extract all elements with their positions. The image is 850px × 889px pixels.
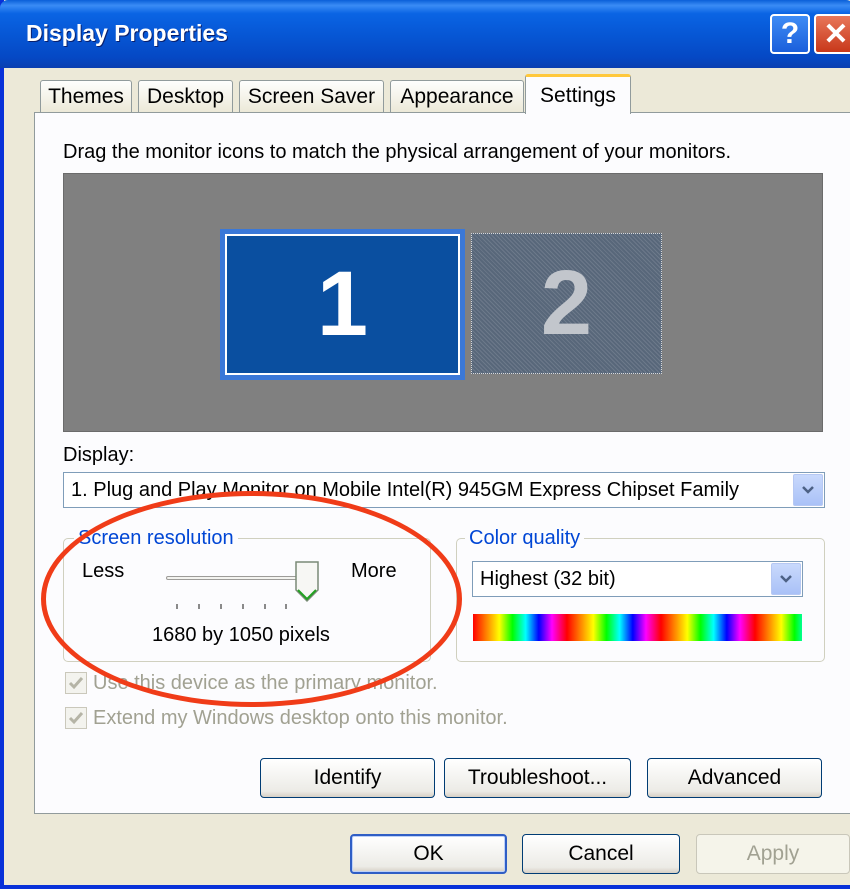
color-spectrum-bar [473, 614, 802, 641]
color-quality-value: Highest (32 bit) [480, 567, 616, 590]
resolution-slider-thumb[interactable] [293, 560, 321, 604]
tab-themes[interactable]: Themes [40, 80, 132, 112]
checkmark-icon [68, 712, 84, 725]
dropdown-button[interactable] [793, 474, 823, 506]
apply-button-label: Apply [746, 842, 800, 865]
close-icon: ✕ [823, 17, 849, 51]
identify-button[interactable]: Identify [260, 758, 435, 798]
display-label: Display: [63, 444, 135, 466]
extend-desktop-checkbox[interactable] [65, 707, 87, 729]
tab-desktop[interactable]: Desktop [138, 80, 233, 112]
color-quality-label: Color quality [465, 527, 585, 550]
resolution-less-label: Less [82, 560, 125, 582]
tab-label: Screen Saver [247, 84, 376, 108]
troubleshoot-button[interactable]: Troubleshoot... [444, 758, 631, 798]
identify-button-label: Identify [313, 766, 382, 789]
checkmark-icon [68, 677, 84, 690]
title-bar[interactable]: Display Properties ? ✕ [0, 0, 850, 68]
monitor-2-number: 2 [540, 252, 593, 354]
advanced-button-label: Advanced [687, 766, 782, 789]
tab-appearance[interactable]: Appearance [390, 80, 524, 112]
troubleshoot-button-label: Troubleshoot... [467, 766, 608, 789]
tab-label: Desktop [146, 84, 225, 108]
monitor-2[interactable]: 2 [471, 233, 662, 374]
tab-label: Settings [540, 83, 616, 107]
primary-monitor-checkbox[interactable] [65, 672, 87, 694]
color-quality-select[interactable]: Highest (32 bit) [472, 561, 803, 597]
help-icon: ? [780, 17, 800, 50]
ok-button[interactable]: OK [350, 834, 507, 874]
help-button[interactable]: ? [770, 14, 810, 54]
display-properties-window: Display Properties ? ✕ Themes Desktop Sc… [0, 0, 850, 889]
screen-resolution-label: Screen resolution [74, 527, 238, 550]
apply-button[interactable]: Apply [696, 834, 850, 874]
extend-desktop-label: Extend my Windows desktop onto this moni… [93, 707, 508, 729]
cancel-button[interactable]: Cancel [522, 834, 680, 874]
cancel-button-label: Cancel [568, 842, 634, 865]
resolution-value: 1680 by 1050 pixels [152, 624, 330, 646]
primary-monitor-label: Use this device as the primary monitor. [93, 672, 438, 694]
tab-label: Themes [48, 84, 124, 108]
chevron-down-icon [780, 575, 792, 583]
instruction-text: Drag the monitor icons to match the phys… [63, 141, 732, 163]
tab-settings[interactable]: Settings [525, 74, 631, 114]
monitor-1-number: 1 [225, 234, 460, 375]
tab-label: Appearance [400, 84, 514, 108]
resolution-slider-ticks [176, 604, 287, 609]
color-quality-group [456, 538, 825, 662]
resolution-slider-track[interactable] [166, 576, 308, 580]
display-select[interactable]: 1. Plug and Play Monitor on Mobile Intel… [63, 472, 825, 508]
advanced-button[interactable]: Advanced [647, 758, 822, 798]
close-button[interactable]: ✕ [814, 14, 850, 54]
resolution-more-label: More [351, 560, 397, 582]
display-select-value: 1. Plug and Play Monitor on Mobile Intel… [71, 478, 740, 501]
tab-screen-saver[interactable]: Screen Saver [239, 80, 384, 112]
ok-button-label: OK [413, 842, 444, 865]
monitor-1[interactable]: 1 [220, 229, 465, 380]
window-title: Display Properties [26, 20, 228, 46]
chevron-down-icon [802, 486, 814, 494]
dropdown-button[interactable] [771, 563, 801, 595]
